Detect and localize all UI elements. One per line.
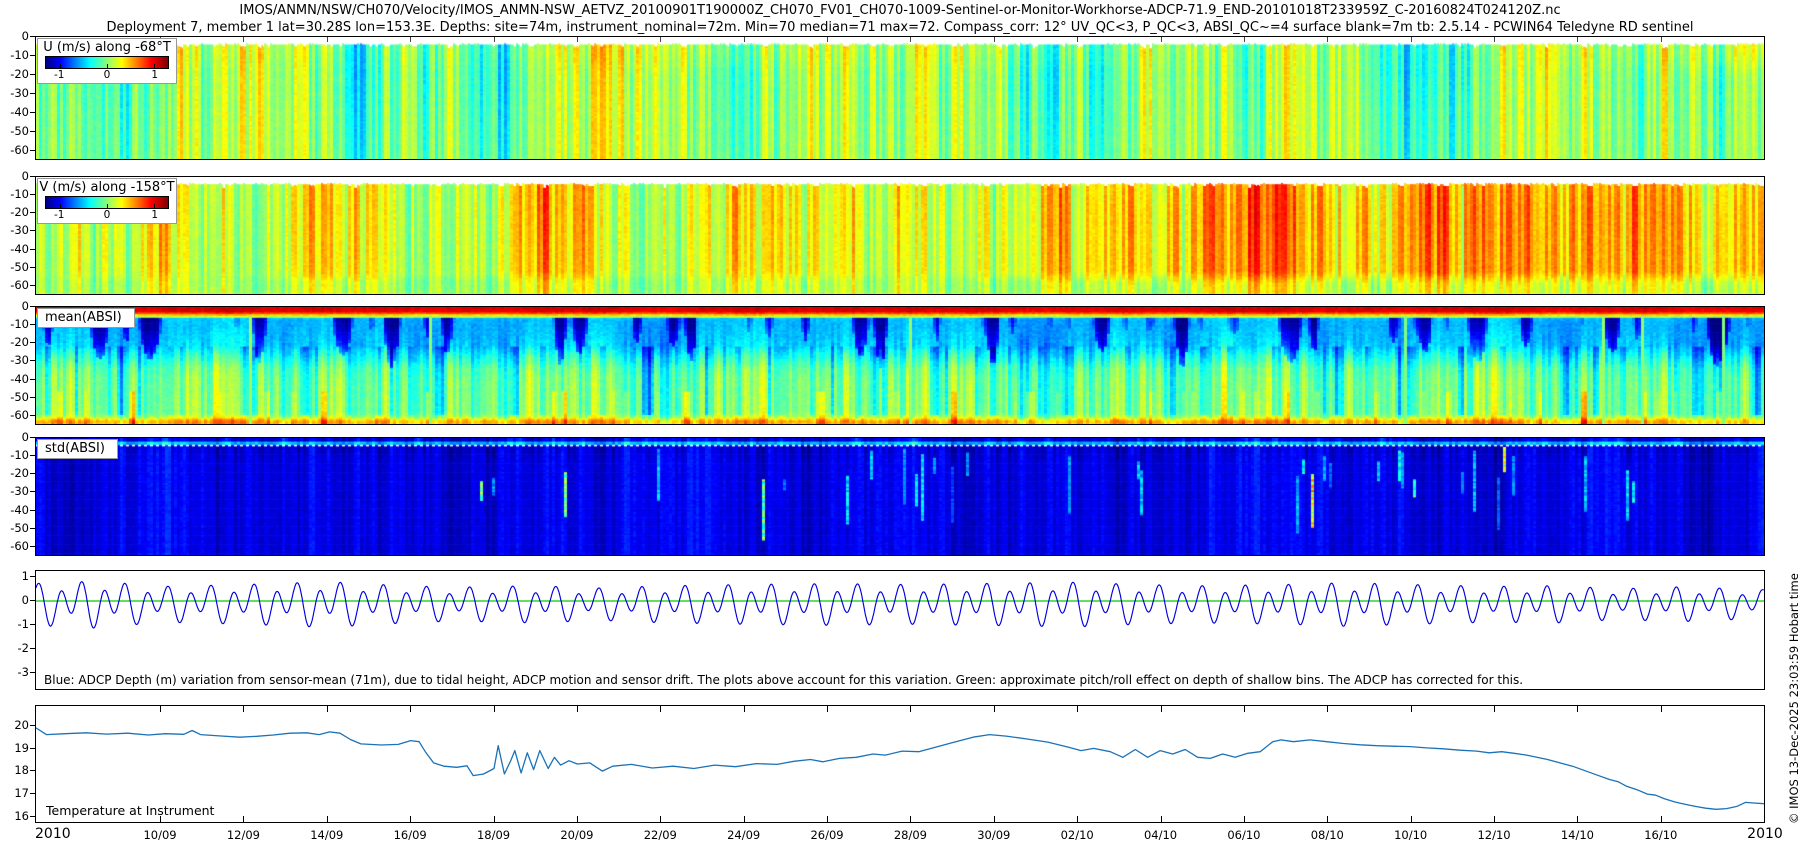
u-colorbar-legend: U (m/s) along -68°T -1 0 1 — [37, 38, 177, 84]
colorbar-tick: 0 — [104, 69, 111, 81]
colorbar-tick: -1 — [54, 209, 64, 221]
panel-u-velocity: U (m/s) along -68°T -1 0 1 — [35, 36, 1765, 160]
v-colorbar — [45, 196, 169, 209]
v-colorbar-legend: V (m/s) along -158°T -1 0 1 — [37, 178, 177, 224]
copyright-timestamp-vertical: © IMOS 13-Dec-2025 23:03:59 Hobart time — [1787, 44, 1800, 824]
panel-depth-variation: Blue: ADCP Depth (m) variation from sens… — [35, 570, 1765, 690]
panel-mean-absi: mean(ABSI) — [35, 306, 1765, 425]
std-absi-label: std(ABSI) — [37, 439, 118, 459]
figure-title-filename: IMOS/ANMN/NSW/CH070/Velocity/IMOS_ANMN-N… — [0, 3, 1800, 18]
mean-absi-heatmap — [36, 307, 1764, 424]
u-legend-title: U (m/s) along -68°T — [38, 39, 176, 55]
u-colorbar-ticks: -1 0 1 — [45, 69, 169, 82]
depth-variation-note: Blue: ADCP Depth (m) variation from sens… — [44, 673, 1523, 687]
temperature-lineplot — [36, 706, 1764, 822]
colorbar-tick: 0 — [104, 209, 111, 221]
panel-std-absi: std(ABSI) — [35, 437, 1765, 556]
mean-absi-label: mean(ABSI) — [37, 308, 135, 328]
std-absi-heatmap — [36, 438, 1764, 555]
colorbar-tick: 1 — [151, 209, 158, 221]
adcp-multipanel-figure: IMOS/ANMN/NSW/CH070/Velocity/IMOS_ANMN-N… — [0, 0, 1800, 850]
colorbar-tick: -1 — [54, 69, 64, 81]
panel-temperature: Temperature at Instrument — [35, 705, 1765, 823]
temperature-label: Temperature at Instrument — [46, 803, 214, 818]
colorbar-tick: 1 — [151, 69, 158, 81]
v-colorbar-ticks: -1 0 1 — [45, 209, 169, 222]
u-colorbar — [45, 56, 169, 69]
depth-variation-lineplot — [36, 571, 1764, 689]
v-velocity-heatmap — [36, 177, 1764, 294]
panel-v-velocity: V (m/s) along -158°T -1 0 1 — [35, 176, 1765, 295]
v-legend-title: V (m/s) along -158°T — [38, 179, 176, 195]
u-velocity-heatmap — [36, 37, 1764, 159]
figure-subtitle-deployment: Deployment 7, member 1 lat=30.28S lon=15… — [0, 20, 1800, 35]
